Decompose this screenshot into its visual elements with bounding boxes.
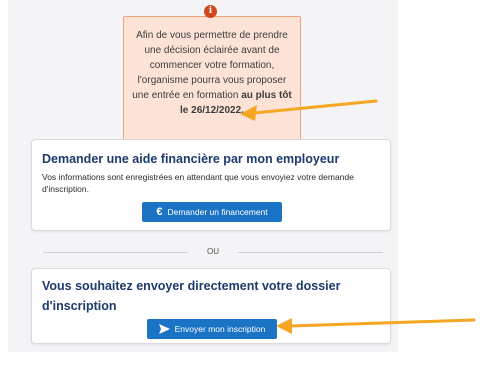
employer-financing-card: Demander une aide financière par mon emp…	[31, 139, 391, 231]
info-icon: i	[204, 5, 217, 18]
annotation-arrow-send	[276, 318, 476, 334]
employer-card-description: Vos informations sont enregistrées en at…	[42, 172, 354, 194]
separator-line-right	[238, 252, 383, 253]
direct-card-title: Vous souhaitez envoyer directement votre…	[42, 279, 341, 313]
request-financing-button[interactable]: € Demander un financement	[142, 202, 282, 222]
annotation-arrow-notice	[240, 99, 378, 121]
notice-line-3: commencer votre formation,	[149, 60, 275, 71]
send-registration-button[interactable]: Envoyer mon inscription	[147, 319, 277, 339]
send-icon	[158, 324, 170, 334]
notice-line-5-text: une entrée en formation	[132, 90, 242, 101]
request-financing-label: Demander un financement	[167, 207, 268, 217]
or-separator: OU	[43, 246, 383, 258]
notice-line-4: l'organisme pourra vous proposer	[137, 75, 287, 86]
content-panel: Afin de vous permettre de prendre une dé…	[8, 0, 398, 352]
notice-line-2: une décision éclairée avant de	[144, 45, 280, 56]
euro-icon: €	[156, 206, 163, 218]
send-registration-label: Envoyer mon inscription	[174, 324, 266, 334]
employer-card-title: Demander une aide financière par mon emp…	[42, 152, 340, 166]
notice-line-1: Afin de vous permettre de prendre	[136, 30, 288, 41]
